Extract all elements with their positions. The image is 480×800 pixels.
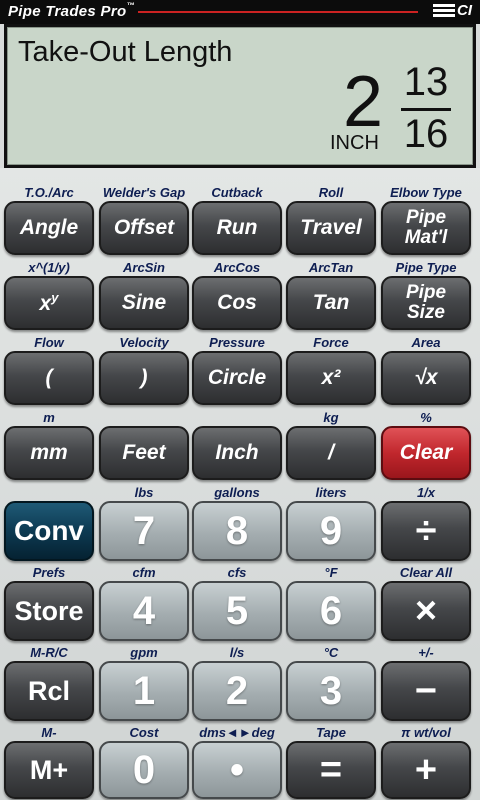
secondary-label-prefs: Prefs xyxy=(32,565,66,580)
keypad: T.O./Arc Angle Welder's Gap Offset Cutba… xyxy=(0,168,480,800)
secondary-label-flow: Flow xyxy=(34,335,64,350)
digit-6-key[interactable]: 6 xyxy=(286,581,376,641)
secondary-label-memory-recall-clear: M-R/C xyxy=(30,645,68,660)
secondary-label-arctan: ArcTan xyxy=(308,260,354,275)
display-whole-number: 2 xyxy=(342,62,384,142)
digit-9-key[interactable]: 9 xyxy=(286,501,376,561)
secondary-label-gpm: gpm xyxy=(130,645,158,660)
secondary-label-cost: Cost xyxy=(129,725,159,740)
display-denominator: 16 xyxy=(403,112,449,156)
secondary-label-cfm: cfm xyxy=(132,565,156,580)
conv-key[interactable]: Conv xyxy=(4,501,94,561)
secondary-label-elbow-type: Elbow Type xyxy=(390,185,462,200)
clear-key[interactable]: Clear xyxy=(381,426,471,480)
multiply-key[interactable]: × xyxy=(381,581,471,641)
secondary-label-area: Area xyxy=(411,335,441,350)
secondary-label-pressure: Pressure xyxy=(209,335,265,350)
digit-7-key[interactable]: 7 xyxy=(99,501,189,561)
secondary-label-velocity: Velocity xyxy=(119,335,169,350)
secondary-label-empty xyxy=(4,485,94,500)
subtract-key[interactable]: − xyxy=(381,661,471,721)
secondary-label-lbs: lbs xyxy=(134,485,154,500)
sine-key[interactable]: Sine xyxy=(99,276,189,330)
secondary-label-liters: liters xyxy=(315,485,347,500)
close-paren-key[interactable]: ) xyxy=(99,351,189,405)
secondary-label-dms-deg: dms◄►deg xyxy=(199,725,275,740)
tan-key[interactable]: Tan xyxy=(286,276,376,330)
secondary-label-liters-per-second: l/s xyxy=(229,645,245,660)
display-label: Take-Out Length xyxy=(18,36,233,68)
fraction-bar xyxy=(401,108,451,111)
secondary-label-clear-all: Clear All xyxy=(399,565,453,580)
open-paren-key[interactable]: ( xyxy=(4,351,94,405)
add-key[interactable]: + xyxy=(381,741,471,799)
secondary-label-welders-gap: Welder's Gap xyxy=(102,185,186,200)
mm-key[interactable]: mm xyxy=(4,426,94,480)
travel-key[interactable]: Travel xyxy=(286,201,376,255)
angle-key[interactable]: Angle xyxy=(4,201,94,255)
app-title: Pipe Trades Pro™ xyxy=(8,1,135,20)
secondary-label-tape: Tape xyxy=(316,725,346,740)
secondary-label-force: Force xyxy=(313,335,349,350)
digit-5-key[interactable]: 5 xyxy=(192,581,282,641)
digit-0-key[interactable]: 0 xyxy=(99,741,189,799)
inch-key[interactable]: Inch xyxy=(192,426,282,480)
offset-key[interactable]: Offset xyxy=(99,201,189,255)
pipe-material-key[interactable]: Pipe Mat'l xyxy=(381,201,471,255)
secondary-label-root: x^(1/y) xyxy=(28,260,70,275)
secondary-label-roll: Roll xyxy=(318,185,344,200)
secondary-label-fahrenheit: °F xyxy=(324,565,338,580)
secondary-label-arcsin: ArcSin xyxy=(123,260,165,275)
digit-3-key[interactable]: 3 xyxy=(286,661,376,721)
secondary-label-gallons: gallons xyxy=(214,485,260,500)
display-numerator: 13 xyxy=(403,60,449,104)
secondary-label-memory-minus: M- xyxy=(41,725,57,740)
secondary-label-empty xyxy=(192,410,282,425)
digit-1-key[interactable]: 1 xyxy=(99,661,189,721)
decimal-point-key[interactable]: • xyxy=(192,741,282,799)
secondary-label-percent: % xyxy=(420,410,432,425)
memory-plus-key[interactable]: M+ xyxy=(4,741,94,799)
calculator-display: Take-Out Length 2 INCH 13 16 xyxy=(4,24,476,168)
fraction-key[interactable]: / xyxy=(286,426,376,480)
power-key[interactable]: xy xyxy=(4,276,94,330)
pipe-size-key[interactable]: Pipe Size xyxy=(381,276,471,330)
square-root-key[interactable]: √x xyxy=(381,351,471,405)
digit-8-key[interactable]: 8 xyxy=(192,501,282,561)
secondary-label-celsius: °C xyxy=(323,645,339,660)
secondary-label-cutback: Cutback xyxy=(211,185,263,200)
square-key[interactable]: x² xyxy=(286,351,376,405)
title-bar: Pipe Trades Pro™ CI xyxy=(0,0,480,24)
secondary-label-pi-weight-volume: π wt/vol xyxy=(401,725,451,740)
secondary-label-arccos: ArcCos xyxy=(213,260,261,275)
lcd-screen: Take-Out Length 2 INCH 13 16 xyxy=(7,27,473,165)
secondary-label-plus-minus: +/- xyxy=(418,645,434,660)
secondary-label-cfs: cfs xyxy=(227,565,247,580)
secondary-label-m: m xyxy=(43,410,55,425)
digit-4-key[interactable]: 4 xyxy=(99,581,189,641)
cos-key[interactable]: Cos xyxy=(192,276,282,330)
recall-key[interactable]: Rcl xyxy=(4,661,94,721)
logo-bars-icon xyxy=(433,3,455,18)
run-key[interactable]: Run xyxy=(192,201,282,255)
title-divider xyxy=(138,11,418,13)
secondary-label-kg: kg xyxy=(323,410,339,425)
secondary-label-pipe-type: Pipe Type xyxy=(395,260,457,275)
circle-key[interactable]: Circle xyxy=(192,351,282,405)
divide-key[interactable]: ÷ xyxy=(381,501,471,561)
store-key[interactable]: Store xyxy=(4,581,94,641)
feet-key[interactable]: Feet xyxy=(99,426,189,480)
secondary-label-to-arc: T.O./Arc xyxy=(24,185,74,200)
secondary-label-reciprocal: 1/x xyxy=(416,485,436,500)
secondary-label-empty xyxy=(99,410,189,425)
equals-key[interactable]: = xyxy=(286,741,376,799)
brand-logo: CI xyxy=(433,2,472,19)
display-unit: INCH xyxy=(330,132,379,154)
digit-2-key[interactable]: 2 xyxy=(192,661,282,721)
